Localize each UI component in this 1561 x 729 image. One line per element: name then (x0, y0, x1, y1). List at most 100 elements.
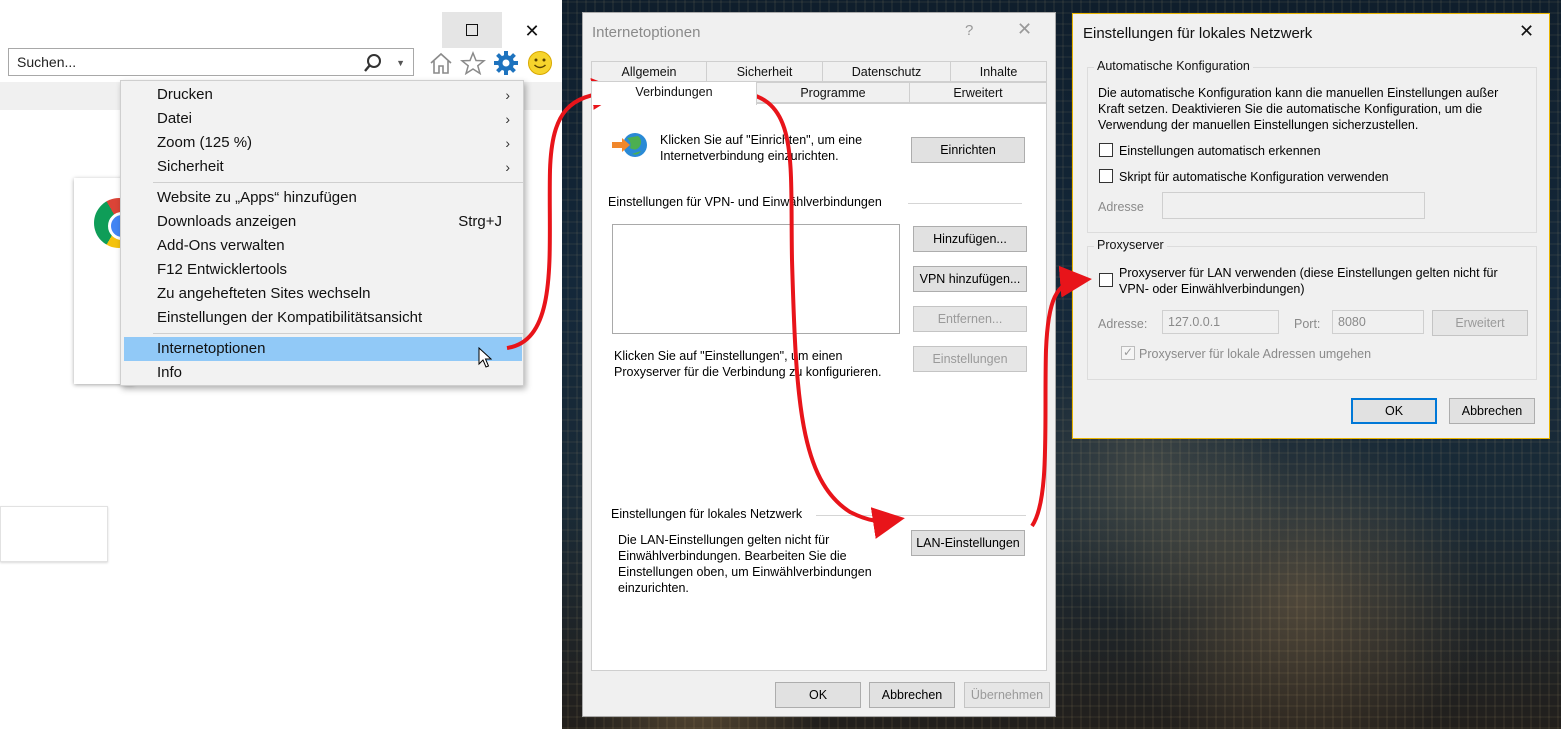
port-label: Port: (1294, 317, 1321, 331)
close-button[interactable]: ✕ (1017, 19, 1032, 40)
cancel-button[interactable]: Abbrechen (869, 682, 955, 708)
menu-item-info[interactable]: Info (124, 361, 522, 385)
mouse-cursor-icon (478, 346, 493, 372)
globe-icon (610, 130, 650, 167)
search-input[interactable]: Suchen... ▼ (8, 48, 414, 76)
auto-detect-label: Einstellungen automatisch erkennen (1119, 144, 1321, 158)
home-icon[interactable] (428, 50, 454, 76)
menu-item-label: Website zu „Apps“ hinzufügen (157, 189, 357, 206)
tab-privacy[interactable]: Datenschutz (822, 61, 951, 82)
menu-separator (153, 333, 523, 334)
page-box (0, 506, 108, 562)
proxy-description: Klicken Sie auf "Einstellungen", um eine… (614, 349, 882, 379)
group-title: Proxyserver (1094, 238, 1167, 252)
menu-item-label: Info (157, 364, 183, 381)
chevron-right-icon: › (505, 159, 510, 175)
help-button[interactable]: ? (965, 22, 973, 39)
menu-item-label: F12 Entwicklertools (157, 261, 288, 278)
connections-list[interactable] (612, 224, 900, 334)
lan-description: Die LAN-Einstellungen gelten nicht für E… (618, 533, 872, 595)
search-dropdown-icon[interactable]: ▼ (396, 58, 405, 68)
menu-item-label: Downloads anzeigen (157, 213, 297, 230)
menu-item-internet-options[interactable]: Internetoptionen (124, 337, 522, 361)
maximize-icon (466, 24, 478, 36)
chevron-right-icon: › (505, 135, 510, 151)
section-divider (908, 203, 1022, 204)
smiley-icon[interactable] (527, 50, 553, 76)
menu-item-file[interactable]: Datei › (124, 107, 522, 131)
setup-description: Klicken Sie auf "Einrichten", um eine In… (660, 133, 863, 163)
group-title: Automatische Konfiguration (1094, 59, 1253, 73)
tab-security[interactable]: Sicherheit (706, 61, 823, 82)
tab-connections[interactable]: Verbindungen (591, 81, 757, 105)
use-proxy-checkbox[interactable] (1099, 273, 1113, 287)
chevron-right-icon: › (505, 111, 510, 127)
tab-advanced[interactable]: Erweitert (909, 82, 1047, 103)
menu-item-view-downloads[interactable]: Downloads anzeigen Strg+J (124, 210, 522, 234)
menu-item-zoom[interactable]: Zoom (125 %) › (124, 131, 522, 155)
menu-item-manage-addons[interactable]: Add-Ons verwalten (124, 234, 522, 258)
menu-item-label: Drucken (157, 86, 213, 103)
tab-programs[interactable]: Programme (756, 82, 910, 103)
gear-icon[interactable] (493, 50, 519, 76)
apply-button[interactable]: Übernehmen (964, 682, 1050, 708)
vpn-section-title: Einstellungen für VPN- und Einwählverbin… (608, 195, 882, 209)
use-proxy-label: Proxyserver für LAN verwenden (diese Ein… (1119, 266, 1498, 296)
menu-item-print[interactable]: Drucken › (124, 83, 522, 107)
settings-button[interactable]: Einstellungen (913, 346, 1027, 372)
search-placeholder: Suchen... (17, 54, 77, 70)
port-field[interactable]: 8080 (1332, 310, 1424, 334)
setup-button[interactable]: Einrichten (911, 137, 1025, 163)
ok-button[interactable]: OK (775, 682, 861, 708)
tools-menu: Drucken › Datei › Zoom (125 %) › Sicherheit… (120, 80, 524, 386)
advanced-button[interactable]: Erweitert (1432, 310, 1528, 336)
menu-item-label: Internetoptionen (157, 340, 266, 357)
menu-item-label: Sicherheit (157, 158, 224, 175)
menu-item-security[interactable]: Sicherheit › (124, 155, 522, 179)
dialog-title: Internetoptionen (592, 24, 701, 41)
auto-script-checkbox[interactable] (1099, 169, 1113, 183)
tab-content[interactable]: Inhalte (950, 61, 1047, 82)
close-button[interactable]: ✕ (1519, 21, 1534, 42)
proxy-address-field[interactable]: 127.0.0.1 (1162, 310, 1279, 334)
menu-item-label: Einstellungen der Kompatibilitätsansicht (157, 309, 423, 326)
tab-panel-connections: Klicken Sie auf "Einrichten", um eine In… (591, 103, 1047, 671)
remove-button[interactable]: Entfernen... (913, 306, 1027, 332)
menu-item-compat-view[interactable]: Einstellungen der Kompatibilitätsansicht (124, 306, 522, 330)
vpn-add-button[interactable]: VPN hinzufügen... (913, 266, 1027, 292)
auto-detect-checkbox[interactable] (1099, 143, 1113, 157)
cancel-button[interactable]: Abbrechen (1449, 398, 1535, 424)
internet-options-dialog: Internetoptionen ? ✕ Allgemein Sicherhei… (582, 12, 1056, 717)
menu-separator (153, 182, 523, 183)
auto-config-description: Die automatische Konfiguration kann die … (1098, 86, 1499, 132)
menu-item-add-site-to-apps[interactable]: Website zu „Apps“ hinzufügen (124, 186, 522, 210)
menu-item-label: Zoom (125 %) (157, 134, 253, 151)
auto-config-group: Automatische Konfiguration Die automatis… (1087, 59, 1537, 233)
close-button[interactable]: ✕ (502, 12, 562, 50)
menu-item-label: Datei (157, 110, 193, 127)
menu-item-shortcut: Strg+J (458, 213, 502, 230)
menu-item-pinned-sites[interactable]: Zu angehefteten Sites wechseln (124, 282, 522, 306)
close-icon: ✕ (524, 20, 540, 41)
section-divider (816, 515, 1026, 516)
lan-settings-dialog: Einstellungen für lokales Netzwerk ✕ Aut… (1072, 13, 1550, 439)
star-icon[interactable] (460, 50, 486, 76)
script-address-field[interactable] (1162, 192, 1425, 219)
bypass-local-label: Proxyserver für lokale Adressen umgehen (1139, 347, 1372, 361)
add-button[interactable]: Hinzufügen... (913, 226, 1027, 252)
bypass-local-checkbox[interactable] (1121, 345, 1135, 360)
dialog-title: Einstellungen für lokales Netzwerk (1083, 25, 1313, 42)
search-icon[interactable] (363, 53, 383, 76)
menu-item-dev-tools[interactable]: F12 Entwicklertools (124, 258, 522, 282)
lan-settings-button[interactable]: LAN-Einstellungen (911, 530, 1025, 556)
script-address-label: Adresse (1098, 200, 1144, 214)
proxy-group: Proxyserver Proxyserver für LAN verwende… (1087, 238, 1537, 380)
tab-general[interactable]: Allgemein (591, 61, 707, 82)
menu-item-label: Zu angehefteten Sites wechseln (157, 285, 371, 302)
auto-script-label: Skript für automatische Konfiguration ve… (1119, 170, 1389, 184)
lan-section-title: Einstellungen für lokales Netzwerk (611, 507, 803, 521)
ok-button[interactable]: OK (1351, 398, 1437, 424)
chevron-right-icon: › (505, 87, 510, 103)
proxy-address-label: Adresse: (1098, 317, 1148, 331)
maximize-button[interactable] (442, 12, 502, 48)
